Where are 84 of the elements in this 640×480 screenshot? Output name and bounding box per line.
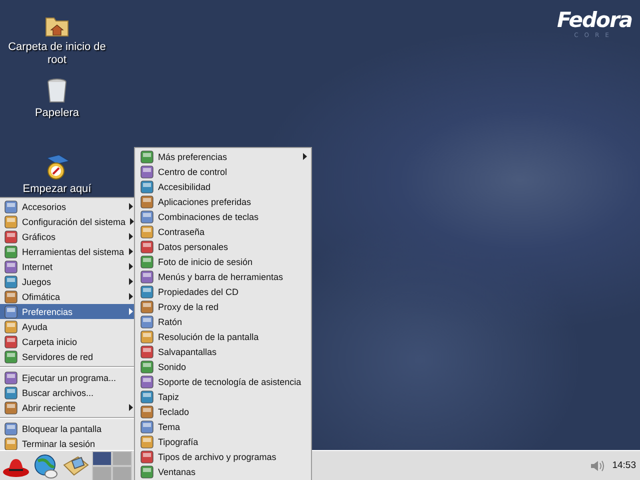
menu-item[interactable]: Carpeta inicio <box>0 334 135 349</box>
app-icon <box>140 464 154 478</box>
app-icon <box>140 224 154 238</box>
app-icon <box>140 344 154 358</box>
app-icon <box>4 274 18 288</box>
app-icon <box>4 200 18 214</box>
app-icon <box>4 320 18 334</box>
menu-item[interactable]: Ventanas <box>135 464 311 479</box>
app-icon <box>140 300 154 314</box>
app-icon <box>4 230 18 244</box>
menu-item[interactable]: Preferencias <box>0 304 135 319</box>
menu-item[interactable]: Propiedades del CD <box>135 284 311 299</box>
menu-item[interactable]: Herramientas del sistema <box>0 244 135 259</box>
menu-item[interactable]: Buscar archivos... <box>0 385 135 400</box>
app-icon <box>140 240 154 254</box>
app-icon <box>140 404 154 418</box>
menu-item[interactable]: Salvapantallas <box>135 344 311 359</box>
app-icon <box>4 370 18 384</box>
app-icon <box>4 260 18 274</box>
app-icon <box>4 350 18 364</box>
app-icon <box>140 194 154 208</box>
app-icon <box>140 374 154 388</box>
menu-item[interactable]: Tema <box>135 419 311 434</box>
icon-label[interactable]: Carpeta de inicio de root <box>4 41 110 67</box>
app-icon <box>4 304 18 318</box>
menu-item[interactable]: Bloquear la pantalla <box>0 421 135 436</box>
menu-item[interactable]: Menús y barra de herramientas <box>135 269 311 284</box>
menu-item[interactable]: Tipos de archivo y programas <box>135 449 311 464</box>
menu-item[interactable]: Ratón <box>135 314 311 329</box>
app-icon <box>140 360 154 374</box>
clock[interactable]: 14:53 <box>612 460 636 471</box>
menu-item[interactable]: Tapiz <box>135 389 311 404</box>
icon-label[interactable]: Empezar aquí <box>22 183 92 196</box>
globe-icon[interactable] <box>32 452 60 478</box>
menu-item[interactable]: Terminar la sesión <box>0 436 135 451</box>
app-icon <box>140 150 154 164</box>
menu-item[interactable]: Gráficos <box>0 229 135 244</box>
app-icon <box>4 422 18 436</box>
icon-label[interactable]: Papelera <box>34 107 80 120</box>
app-icon <box>4 386 18 400</box>
menu-item[interactable]: Ejecutar un programa... <box>0 370 135 385</box>
menu-item[interactable]: Internet <box>0 259 135 274</box>
app-icon <box>4 400 18 414</box>
app-icon <box>140 314 154 328</box>
app-icon <box>4 290 18 304</box>
menu-item[interactable]: Más preferencias <box>135 149 311 164</box>
menu-item[interactable]: Servidores de red <box>0 349 135 364</box>
menu-item[interactable]: Proxy de la red <box>135 299 311 314</box>
app-icon <box>140 284 154 298</box>
menu-item[interactable]: Aplicaciones preferidas <box>135 194 311 209</box>
app-icon <box>140 434 154 448</box>
app-icon <box>140 254 154 268</box>
trash-icon <box>46 78 68 104</box>
menu-item[interactable]: Accesorios <box>0 199 135 214</box>
menu-item[interactable]: Accesibilidad <box>135 179 311 194</box>
menu-item[interactable]: Contraseña <box>135 224 311 239</box>
app-icon <box>4 214 18 228</box>
app-icon <box>140 390 154 404</box>
app-icon <box>4 334 18 348</box>
menu-item[interactable]: Resolución de la pantalla <box>135 329 311 344</box>
menu-item[interactable]: Ofimática <box>0 289 135 304</box>
app-icon <box>140 420 154 434</box>
menu-item[interactable]: Teclado <box>135 404 311 419</box>
app-icon <box>140 270 154 284</box>
menu-item[interactable]: Foto de inicio de sesión <box>135 254 311 269</box>
app-icon <box>140 210 154 224</box>
menu-item[interactable]: Juegos <box>0 274 135 289</box>
speaker-icon[interactable] <box>590 458 604 472</box>
menu-item[interactable]: Abrir reciente <box>0 400 135 415</box>
app-icon <box>140 180 154 194</box>
menu-item[interactable]: Sonido <box>135 359 311 374</box>
menu-item[interactable]: Configuración del sistema <box>0 214 135 229</box>
menu-item[interactable]: Ayuda <box>0 319 135 334</box>
app-icon <box>140 164 154 178</box>
menu-item[interactable]: Soporte de tecnología de asistencia <box>135 374 311 389</box>
app-icon <box>140 330 154 344</box>
menu-item[interactable]: Tipografía <box>135 434 311 449</box>
menu-item[interactable]: Combinaciones de teclas <box>135 209 311 224</box>
menu-item[interactable]: Centro de control <box>135 164 311 179</box>
app-icon <box>4 244 18 258</box>
app-icon <box>140 450 154 464</box>
menu-item[interactable]: Datos personales <box>135 239 311 254</box>
logo-text: Fedora <box>557 8 632 32</box>
workspace[interactable] <box>92 450 112 466</box>
